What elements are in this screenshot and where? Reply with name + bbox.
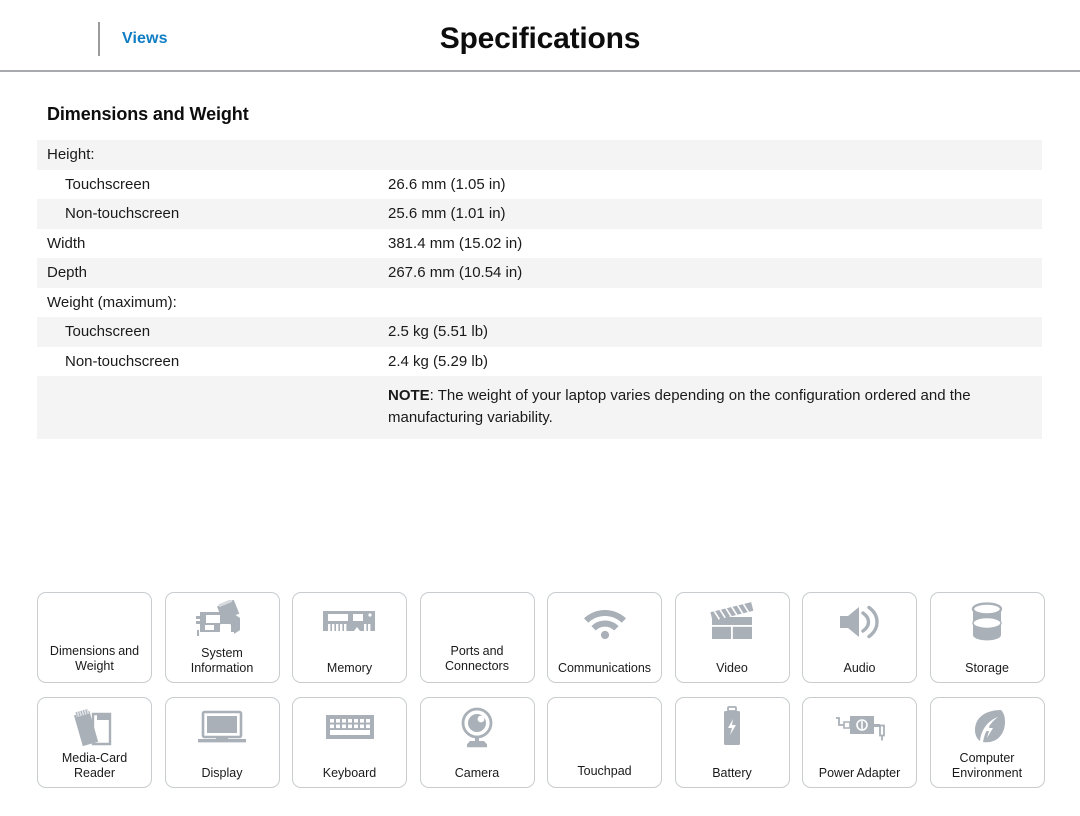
- tile-label: Audio: [843, 661, 876, 675]
- tile-memory[interactable]: Memory: [292, 592, 407, 683]
- power-adapter-icon: [803, 704, 916, 750]
- memory-module-icon: [293, 599, 406, 645]
- tile-label: Communications: [557, 661, 652, 675]
- tile-dimensions-and-weight[interactable]: Dimensions and Weight: [37, 592, 152, 683]
- spec-value: 267.6 mm (10.54 in): [388, 258, 1042, 288]
- tile-label: Touchpad: [577, 764, 632, 778]
- tile-storage[interactable]: Storage: [929, 592, 1045, 683]
- tile-audio[interactable]: Audio: [802, 592, 917, 683]
- spec-value: 26.6 mm (1.05 in): [388, 169, 1042, 199]
- keyboard-icon: [293, 704, 406, 750]
- webcam-icon: [421, 704, 534, 750]
- spec-label: Non-touchscreen: [37, 346, 388, 376]
- spec-label: Touchscreen: [37, 317, 388, 347]
- tile-communications[interactable]: Communications: [547, 592, 662, 683]
- page-header: Views Specifications: [0, 0, 1080, 72]
- tile-media-card-reader[interactable]: Media-Card Reader: [37, 697, 152, 788]
- spec-value: 2.4 kg (5.29 lb): [388, 346, 1042, 376]
- tile-label: Dimensions and Weight: [49, 644, 140, 673]
- tile-label: Camera: [454, 766, 500, 780]
- spec-value: [388, 140, 1042, 170]
- page-title: Specifications: [439, 22, 641, 55]
- system-board-icon: [166, 599, 279, 645]
- table-row: Width 381.4 mm (15.02 in): [37, 228, 1042, 258]
- table-row: Touchscreen 26.6 mm (1.05 in): [37, 169, 1042, 199]
- tile-label: Battery: [712, 766, 752, 780]
- spec-label: Height:: [37, 140, 388, 170]
- spec-label: Depth: [37, 258, 388, 288]
- tile-video[interactable]: Video: [674, 592, 790, 683]
- table-row-note: NOTE: The weight of your laptop varies d…: [37, 376, 1042, 439]
- speaker-icon: [803, 599, 916, 645]
- leaf-icon: [931, 704, 1044, 750]
- spec-label: Weight (maximum):: [37, 287, 388, 317]
- tile-label: Storage: [965, 661, 1009, 675]
- tile-label: Media-Card Reader: [61, 751, 128, 780]
- tile-camera[interactable]: Camera: [419, 697, 535, 788]
- table-row: Non-touchscreen 2.4 kg (5.29 lb): [37, 346, 1042, 376]
- spec-value: 2.5 kg (5.51 lb): [388, 317, 1042, 347]
- disk-cylinder-icon: [931, 599, 1044, 645]
- spec-label: Width: [37, 228, 388, 258]
- tile-computer-environment[interactable]: Computer Environment: [929, 697, 1045, 788]
- note-cell: NOTE: The weight of your laptop varies d…: [388, 376, 1042, 439]
- spec-label-empty: [37, 376, 388, 439]
- tile-ports-and-connectors[interactable]: Ports and Connectors: [419, 592, 535, 683]
- table-row: Height:: [37, 140, 1042, 170]
- clapperboard-icon: [676, 599, 789, 645]
- note-prefix: NOTE: [388, 387, 430, 404]
- media-card-icon: [38, 704, 151, 750]
- spec-label: Touchscreen: [37, 169, 388, 199]
- section-heading: Dimensions and Weight: [47, 104, 249, 124]
- spec-label: Non-touchscreen: [37, 199, 388, 229]
- tile-label: Video: [716, 661, 748, 675]
- table-row: Non-touchscreen 25.6 mm (1.01 in): [37, 199, 1042, 229]
- table-row: Touchscreen 2.5 kg (5.51 lb): [37, 317, 1042, 347]
- tile-label: Keyboard: [322, 766, 377, 780]
- spec-value: 381.4 mm (15.02 in): [388, 228, 1042, 258]
- tile-label: Power Adapter: [818, 766, 901, 780]
- category-tile-grid: Dimensions and Weight System Information: [37, 592, 1045, 788]
- note-text: NOTE: The weight of your laptop varies d…: [388, 387, 971, 426]
- table-row: Depth 267.6 mm (10.54 in): [37, 258, 1042, 288]
- header-divider: [0, 70, 1080, 72]
- spec-value: [388, 287, 1042, 317]
- tile-label: System Information: [190, 646, 254, 675]
- tile-label: Memory: [326, 661, 373, 675]
- tile-battery[interactable]: Battery: [674, 697, 790, 788]
- tile-display[interactable]: Display: [164, 697, 280, 788]
- tile-label: Display: [201, 766, 243, 780]
- tile-power-adapter[interactable]: Power Adapter: [802, 697, 917, 788]
- tile-label: Ports and Connectors: [445, 644, 509, 673]
- tile-touchpad[interactable]: Touchpad: [547, 697, 662, 788]
- battery-icon: [676, 704, 789, 750]
- tile-system-information[interactable]: System Information: [164, 592, 280, 683]
- laptop-display-icon: [166, 704, 279, 750]
- spec-value: 25.6 mm (1.01 in): [388, 199, 1042, 229]
- tile-keyboard[interactable]: Keyboard: [292, 697, 407, 788]
- specifications-table: Height: Touchscreen 26.6 mm (1.05 in) Non-t…: [37, 140, 1042, 439]
- tile-label: Computer Environment: [951, 751, 1023, 780]
- wifi-icon: [548, 599, 661, 645]
- table-row: Weight (maximum):: [37, 287, 1042, 317]
